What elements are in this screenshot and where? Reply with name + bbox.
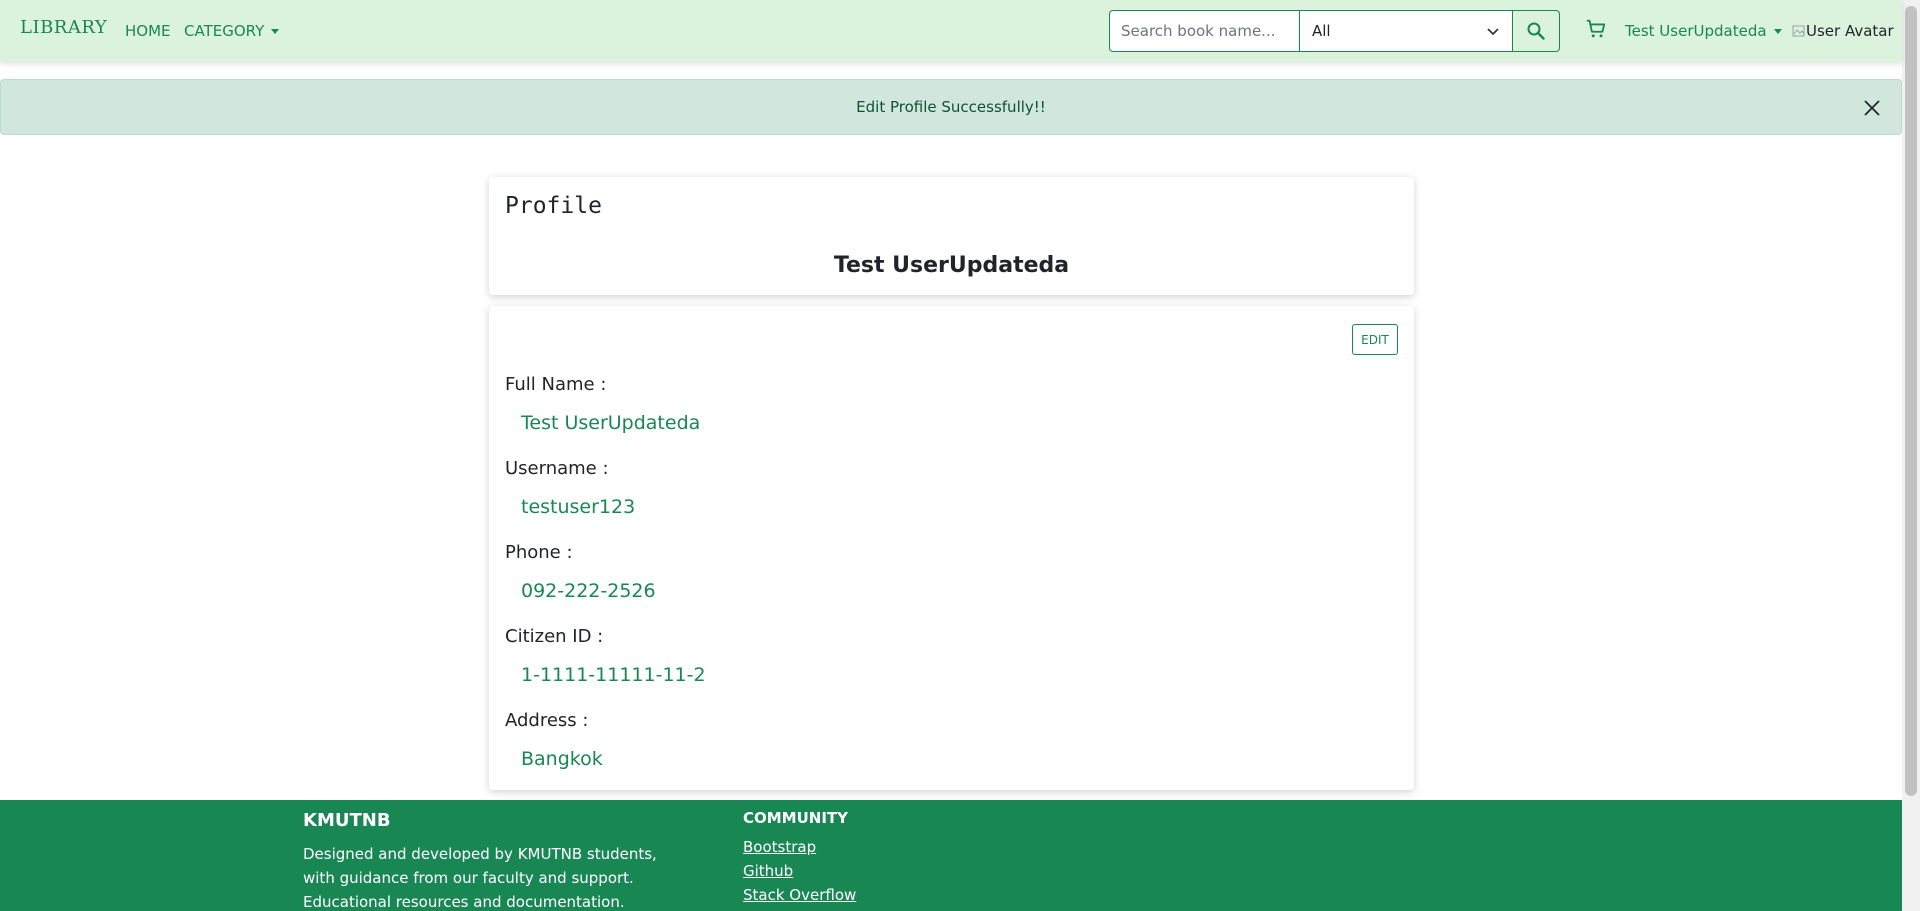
cart-icon[interactable] xyxy=(1585,18,1607,44)
footer-link-bootstrap[interactable]: Bootstrap xyxy=(743,838,816,856)
nav-category-label: CATEGORY xyxy=(184,22,265,40)
field-label-phone: Phone : xyxy=(505,542,573,563)
search-icon xyxy=(1527,22,1545,40)
footer-link-stack-overflow[interactable]: Stack Overflow xyxy=(743,886,856,904)
footer: KMUTNB Designed and developed by KMUTNB … xyxy=(0,800,1902,911)
profile-header-card: Profile Test UserUpdateda xyxy=(489,177,1414,295)
field-value-username: testuser123 xyxy=(521,496,636,518)
footer-brand: KMUTNB xyxy=(303,810,391,831)
nav-category-dropdown[interactable]: CATEGORY xyxy=(184,22,280,40)
scrollbar-thumb[interactable] xyxy=(1905,6,1917,796)
broken-image-icon xyxy=(1792,25,1805,37)
footer-description: Designed and developed by KMUTNB student… xyxy=(303,845,657,911)
edit-button[interactable]: EDIT xyxy=(1352,324,1398,355)
field-value-phone: 092-222-2526 xyxy=(521,580,656,602)
field-label-full-name: Full Name : xyxy=(505,374,607,395)
avatar-alt-text: User Avatar xyxy=(1806,22,1894,40)
brand-logo[interactable]: LIBRARY xyxy=(20,17,107,38)
search-group: All xyxy=(1109,10,1560,52)
avatar[interactable]: User Avatar xyxy=(1792,22,1894,40)
user-menu-dropdown[interactable]: Test UserUpdateda xyxy=(1625,22,1782,40)
caret-down-icon xyxy=(1773,29,1782,34)
success-alert: Edit Profile Successfully!! xyxy=(0,79,1902,135)
profile-details-card: EDIT Full Name : Test UserUpdateda Usern… xyxy=(489,306,1414,790)
footer-community-heading: COMMUNITY xyxy=(743,809,849,827)
chevron-down-icon xyxy=(1487,28,1499,36)
category-select[interactable]: All xyxy=(1299,10,1512,52)
footer-link-github[interactable]: Github xyxy=(743,862,793,880)
search-button[interactable] xyxy=(1512,10,1560,52)
nav-home-link[interactable]: HOME xyxy=(125,22,171,40)
caret-down-icon xyxy=(271,29,280,34)
field-value-address: Bangkok xyxy=(521,748,603,770)
user-menu-label: Test UserUpdateda xyxy=(1625,22,1767,40)
search-input[interactable] xyxy=(1109,10,1299,52)
profile-display-name: Test UserUpdateda xyxy=(833,253,1070,278)
close-icon xyxy=(1864,100,1880,116)
alert-message: Edit Profile Successfully!! xyxy=(856,98,1046,116)
field-value-citizen-id: 1-1111-11111-11-2 xyxy=(521,664,706,686)
field-label-citizen-id: Citizen ID : xyxy=(505,626,604,647)
navbar: LIBRARY HOME CATEGORY All Test UserUpdat… xyxy=(0,0,1902,62)
field-label-username: Username : xyxy=(505,458,609,479)
page-scrollbar[interactable] xyxy=(1902,0,1920,911)
category-select-value: All xyxy=(1312,22,1331,40)
field-label-address: Address : xyxy=(505,710,589,731)
page-title: Profile xyxy=(505,193,602,219)
close-button[interactable] xyxy=(1861,97,1883,119)
field-value-full-name: Test UserUpdateda xyxy=(521,412,701,434)
